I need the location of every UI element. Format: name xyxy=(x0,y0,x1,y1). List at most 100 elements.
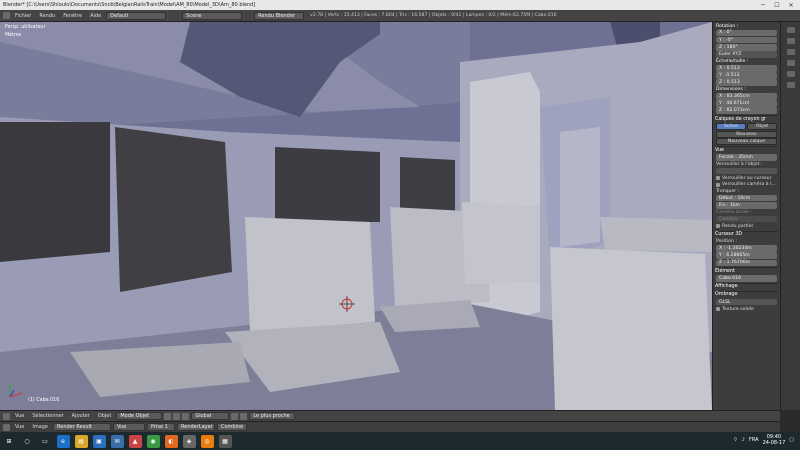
maximize-icon[interactable]: ☐ xyxy=(770,0,784,10)
volume-icon[interactable]: ♪ xyxy=(742,437,745,443)
lock-camera-checkbox[interactable]: Verrouiller caméra à l... xyxy=(716,182,777,189)
lock-cursor-checkbox[interactable]: Verrouiller au curseur xyxy=(716,175,777,182)
wifi-icon[interactable]: ⌔ xyxy=(733,437,738,443)
close-icon[interactable]: ✕ xyxy=(784,0,798,10)
3d-viewport[interactable]: Persp. utilisateur Mètres (1) Cabe.016 xyxy=(0,22,712,410)
notification-icon[interactable]: ▢ xyxy=(789,437,794,443)
grease-pencil-panel-header[interactable]: Calques de crayon gr xyxy=(715,115,778,122)
scale-y-field[interactable]: Y : 0.513 xyxy=(716,72,777,79)
object-name-field[interactable]: Cabe.016 xyxy=(716,275,777,282)
cursor-z-field[interactable]: Z : 1.76706m xyxy=(716,259,777,267)
task-view-icon[interactable]: ▭ xyxy=(39,435,52,448)
menu-file[interactable]: Fichier xyxy=(12,13,34,19)
explorer-icon[interactable]: ▤ xyxy=(74,434,88,448)
display-panel-header[interactable]: Affichage xyxy=(715,282,778,290)
minimize-icon[interactable]: ─ xyxy=(756,0,770,10)
tool-icon[interactable] xyxy=(786,82,795,88)
rotation-z-field[interactable]: Z : 180° xyxy=(716,43,777,51)
tool-icon[interactable] xyxy=(786,49,795,55)
cursor-y-field[interactable]: Y : 6.28665m xyxy=(716,252,777,259)
gimp-icon[interactable]: ◈ xyxy=(182,434,196,448)
mail-icon[interactable]: ✉ xyxy=(110,434,124,448)
chrome-icon[interactable]: ◉ xyxy=(146,434,160,448)
render-border-checkbox[interactable]: Rendu partiel xyxy=(716,223,777,230)
menu-image-view[interactable]: Vue xyxy=(12,424,27,430)
shading-panel-header[interactable]: Ombrage xyxy=(715,290,778,298)
photos-icon[interactable]: ▲ xyxy=(128,434,142,448)
lock-to-object-label: Verrouiller à l'objet : xyxy=(716,162,763,168)
dimension-z-field[interactable]: Z : 82.073cm xyxy=(716,107,777,115)
magnet-icon[interactable] xyxy=(240,412,248,420)
dimension-y-field[interactable]: Y : 48.671cm xyxy=(716,100,777,107)
tab-scene[interactable]: Scène xyxy=(716,123,746,131)
render-engine-select[interactable]: Rendu Blender xyxy=(254,11,305,20)
rotation-y-value: Y : -0° xyxy=(719,37,734,43)
rotation-mode-select[interactable]: Euler XYZ xyxy=(716,51,777,58)
clock[interactable]: 09:40 24-08-17 xyxy=(763,434,786,446)
view-label: Persp. utilisateur xyxy=(5,25,46,30)
rotation-mode-value: Euler XYZ xyxy=(719,51,742,57)
slot-select[interactable]: Prise 1 xyxy=(147,423,175,431)
rotation-x-field[interactable]: X : 0° xyxy=(716,29,777,37)
texture-solid-checkbox[interactable]: Texture solide xyxy=(716,306,777,313)
view-mode-select[interactable]: Vue xyxy=(113,423,145,431)
shading-icon[interactable] xyxy=(164,412,172,420)
pivot-icon[interactable] xyxy=(173,412,181,420)
clip-end-field[interactable]: Fin : 1km xyxy=(716,202,777,209)
tool-icon[interactable] xyxy=(786,27,795,33)
tab-object[interactable]: Objet xyxy=(747,123,777,131)
editor-type-icon[interactable] xyxy=(3,412,10,420)
cursor-location-label: Position : xyxy=(716,239,737,245)
scale-z-field[interactable]: Z : 0.513 xyxy=(716,79,777,86)
menu-window[interactable]: Fenêtre xyxy=(60,13,85,19)
language-indicator[interactable]: FRA xyxy=(749,437,759,443)
menu-select[interactable]: Sélectionner xyxy=(29,413,66,419)
layer-icon[interactable] xyxy=(231,412,239,420)
editor-type-icon[interactable] xyxy=(3,423,10,431)
shading-mode-select[interactable]: GLSL xyxy=(716,298,777,306)
cursor-x-field[interactable]: X : -1.30234m xyxy=(716,245,777,252)
manipulator-icon[interactable] xyxy=(182,412,190,420)
window-titlebar: Blender* [C:\Users\Shloulo\Documents\Snc… xyxy=(0,0,800,10)
image-select[interactable]: Render Result xyxy=(53,423,111,431)
cursor-panel-header[interactable]: Curseur 3D xyxy=(715,230,778,238)
blender-icon[interactable]: ◎ xyxy=(200,434,214,448)
menu-render[interactable]: Rendu xyxy=(36,13,58,19)
app-icon[interactable]: ▦ xyxy=(218,434,232,448)
local-camera-value: Caméra xyxy=(719,216,738,222)
scene-select[interactable]: Scene xyxy=(182,11,243,20)
item-panel-header[interactable]: Élément xyxy=(715,267,778,274)
new-layer-button[interactable]: Nouveau calque xyxy=(716,138,777,146)
search-icon[interactable]: ○ xyxy=(21,435,34,448)
dimension-x-field[interactable]: X : 83.365cm xyxy=(716,93,777,100)
edge-icon[interactable]: e xyxy=(56,434,70,448)
menu-object[interactable]: Objet xyxy=(95,413,115,419)
layout-select[interactable]: Default xyxy=(106,11,167,20)
menu-view[interactable]: Vue xyxy=(12,413,27,419)
render-pass-select[interactable]: Combiné xyxy=(217,423,247,431)
rotation-y-field[interactable]: Y : -0° xyxy=(716,36,777,44)
store-icon[interactable]: ▣ xyxy=(92,434,106,448)
clip-start-field[interactable]: Début : 10cm xyxy=(716,194,777,202)
scale-x-field[interactable]: X : 0.513 xyxy=(716,64,777,72)
render-layer-select[interactable]: RenderLayer xyxy=(177,423,215,431)
mode-select[interactable]: Mode Objet xyxy=(116,412,163,420)
view-panel-header[interactable]: Vue xyxy=(715,146,778,153)
editor-type-icon[interactable] xyxy=(3,12,10,19)
menu-add[interactable]: Ajouter xyxy=(69,413,93,419)
menu-help[interactable]: Aide xyxy=(87,13,104,19)
new-grease-pencil-button[interactable]: Nouveau xyxy=(716,130,777,138)
snap-target-select[interactable]: Le plus proche xyxy=(249,412,296,420)
menu-image[interactable]: Image xyxy=(29,424,51,430)
windows-taskbar: ⊞ ○ ▭ e ▤ ▣ ✉ ▲ ◉ ◐ ◈ ◎ ▦ ⌔ ♪ FRA 09:40 … xyxy=(0,432,800,450)
focal-length-field[interactable]: Focale : 35mm xyxy=(716,154,777,161)
orientation-select[interactable]: Global xyxy=(191,412,230,420)
windows-icon[interactable]: ⊞ xyxy=(3,435,16,448)
local-camera-field[interactable]: Caméra xyxy=(716,215,777,223)
tool-icon[interactable] xyxy=(786,38,795,44)
lock-cursor-label: Verrouiller au curseur xyxy=(722,175,772,181)
tool-icon[interactable] xyxy=(786,60,795,66)
firefox-icon[interactable]: ◐ xyxy=(164,434,178,448)
tool-icon[interactable] xyxy=(786,71,795,77)
lock-object-field[interactable] xyxy=(716,167,777,175)
